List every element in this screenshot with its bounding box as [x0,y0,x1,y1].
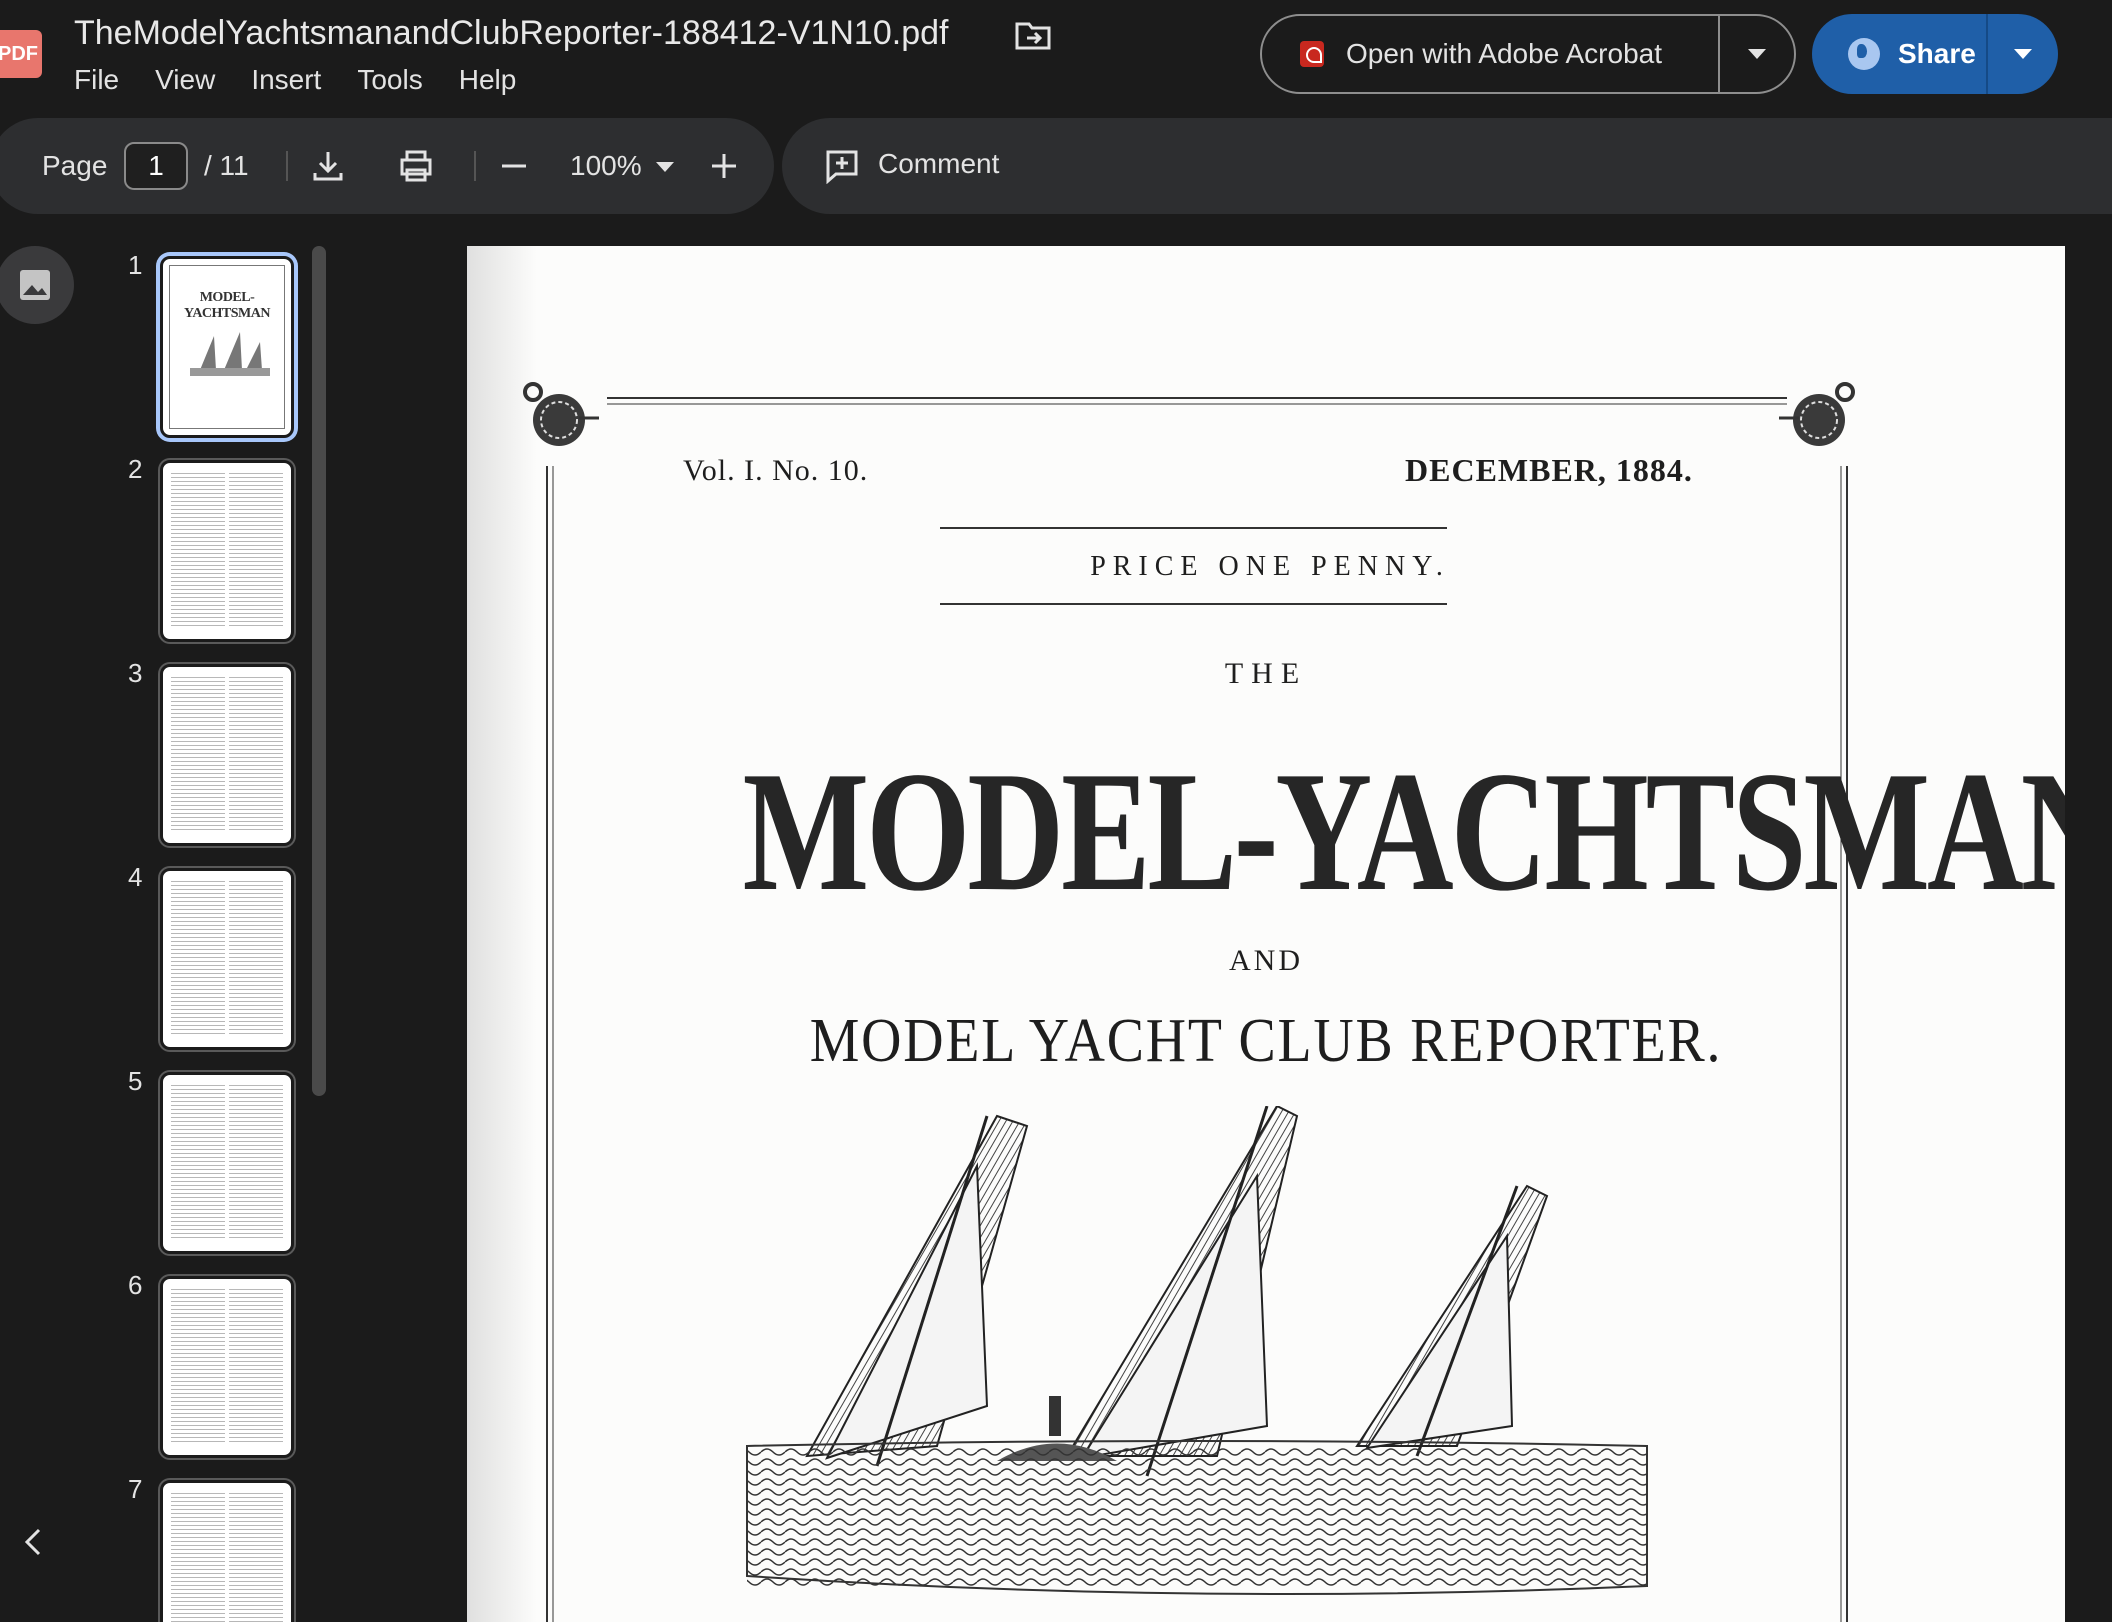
share-button[interactable]: Share [1812,14,1988,94]
share-group: Share [1812,14,2058,94]
annotation-toolbar: Comment [782,118,2112,214]
thumbnail-page-number: 7 [128,1474,143,1504]
thumbnail-page-3[interactable] [160,664,294,846]
title-bar: PDF TheModelYachtsmanandClubReporter-188… [0,0,2112,116]
menu-tools[interactable]: Tools [357,64,422,96]
menu-help[interactable]: Help [459,64,517,96]
pdf-toolbar: Page 1 / 11 100% [0,118,774,214]
pdf-file-icon: PDF [0,30,42,78]
zoom-out-icon[interactable] [496,148,532,184]
issue-date: DECEMBER, 1884. [1405,452,1693,488]
open-with-dropdown-button[interactable] [1720,49,1794,59]
masthead-the: THE [1224,657,1308,690]
thumbnail-page-number: 5 [128,1066,143,1096]
menu-file[interactable]: File [74,64,119,96]
share-label: Share [1898,38,1976,69]
open-with-acrobat-button[interactable]: Open with Adobe Acrobat [1262,16,1720,92]
menu-view[interactable]: View [155,64,215,96]
page-number-input[interactable]: 1 [124,142,188,190]
comment-button-label[interactable]: Comment [878,148,999,180]
rope-knot-ornament [1779,382,1855,446]
move-to-folder-icon[interactable] [1015,20,1051,50]
caret-down-icon [1748,49,1766,59]
price-line: PRICE ONE PENNY. [1090,551,1450,582]
sailing-yachts-illustration [746,1106,1648,1595]
thumbnail-scrollbar[interactable] [312,246,326,1096]
thumbnail-page-7[interactable] [160,1480,294,1622]
masthead-title: MODEL-YACHTSMAN [742,737,2065,927]
add-comment-icon[interactable] [824,148,860,184]
thumbnail-page-6[interactable] [160,1276,294,1458]
open-with-acrobat-label: Open with Adobe Acrobat [1346,38,1662,69]
caret-down-icon [2014,49,2032,59]
masthead-subtitle: MODEL YACHT CLUB REPORTER. [809,1007,1723,1075]
zoom-level[interactable]: 100% [570,150,642,182]
thumbnail-page-5[interactable] [160,1072,294,1254]
zoom-dropdown-icon[interactable] [656,162,674,172]
cover-thumbnail: MODEL-YACHTSMAN [169,265,285,429]
thumbnail-page-number: 4 [128,862,143,892]
sailboat-thumbnail-image [190,332,270,376]
thumbnail-page-number: 6 [128,1270,143,1300]
rope-knot-ornament [523,382,599,446]
masthead-and: AND [1229,944,1303,977]
menu-bar: File View Insert Tools Help [74,64,516,96]
thumbnail-cover-title: MODEL-YACHTSMAN [184,290,271,321]
image-icon [20,270,50,300]
download-icon[interactable] [310,148,346,184]
print-icon[interactable] [398,148,434,184]
thumbnail-page-1[interactable]: MODEL-YACHTSMAN [160,256,294,438]
divider [474,151,476,181]
document-page: Vol. I. No. 10. DECEMBER, 1884. PRICE ON… [467,246,2065,1622]
thumbnail-page-number: 2 [128,454,143,484]
menu-insert[interactable]: Insert [251,64,321,96]
share-dropdown-button[interactable] [1988,49,2058,59]
acrobat-icon [1300,41,1324,67]
thumbnail-page-2[interactable] [160,460,294,642]
zoom-in-icon[interactable] [706,148,742,184]
collapse-panel-icon[interactable] [14,1522,54,1562]
thumbnail-page-number: 3 [128,658,143,688]
thumbnail-page-number: 1 [128,250,143,280]
page-total: / 11 [204,150,249,181]
file-title[interactable]: TheModelYachtsmanandClubReporter-188412-… [74,14,948,53]
thumbnail-view-button[interactable] [0,246,74,324]
page-label: Page [42,150,108,181]
volume-number: Vol. I. No. 10. [683,454,869,487]
open-with-acrobat-group: Open with Adobe Acrobat [1260,14,1796,94]
thumbnail-page-4[interactable] [160,868,294,1050]
divider [286,151,288,181]
globe-icon [1848,38,1880,70]
